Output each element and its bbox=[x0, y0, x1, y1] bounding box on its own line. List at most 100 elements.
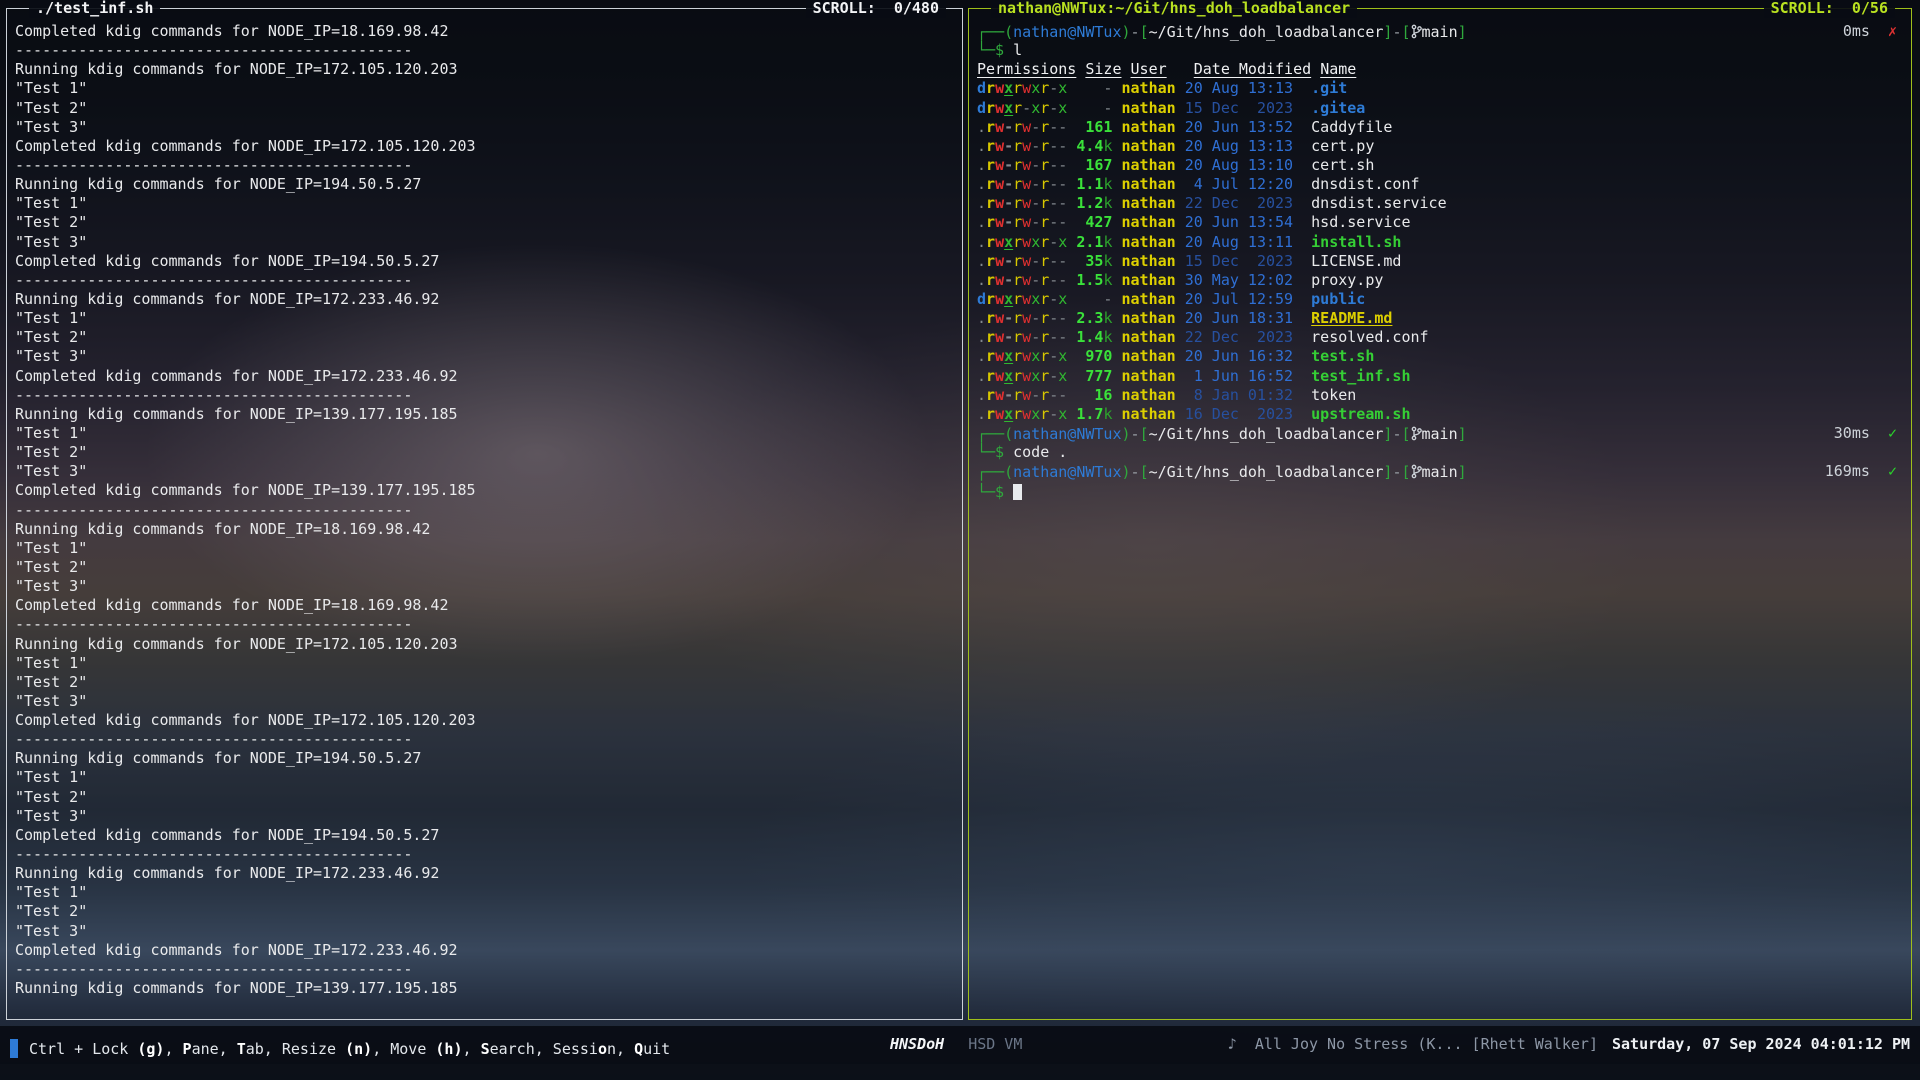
terminal-line: Running kdig commands for NODE_IP=194.50… bbox=[15, 175, 954, 194]
file-name: hsd.service bbox=[1311, 213, 1410, 231]
terminal-line: "Test 3" bbox=[15, 347, 954, 366]
file-name: dnsdist.service bbox=[1311, 194, 1446, 212]
text-cursor bbox=[1013, 484, 1022, 500]
file-row: .rwxrwxr-x 777 nathan 1 Jun 16:52 test_i… bbox=[977, 367, 1903, 386]
status-bar-lower-strip bbox=[0, 1064, 1920, 1080]
terminal-line: "Test 2" bbox=[15, 328, 954, 347]
terminal-line: "Test 2" bbox=[15, 902, 954, 921]
file-row: .rw-rw-r-- 2.3k nathan 20 Jun 18:31 READ… bbox=[977, 309, 1903, 328]
terminal-line: "Test 1" bbox=[15, 194, 954, 213]
terminal-line: ----------------------------------------… bbox=[15, 41, 954, 60]
file-name: resolved.conf bbox=[1311, 328, 1428, 346]
terminal-line: Running kdig commands for NODE_IP=139.17… bbox=[15, 405, 954, 424]
now-playing: All Joy No Stress (K... [Rhett Walker] bbox=[1255, 1035, 1598, 1053]
terminal-line: "Test 3" bbox=[15, 577, 954, 596]
terminal-line: Completed kdig commands for NODE_IP=172.… bbox=[15, 941, 954, 960]
terminal-line: "Test 1" bbox=[15, 768, 954, 787]
prompt-input-line: └─$ l bbox=[977, 41, 1903, 60]
terminal-line: ----------------------------------------… bbox=[15, 271, 954, 290]
terminal-line: "Test 1" bbox=[15, 883, 954, 902]
session-tabs: HNSDoH HSD VM bbox=[890, 1035, 1046, 1054]
left-pane-content: Completed kdig commands for NODE_IP=18.1… bbox=[7, 9, 962, 1019]
listing-header: Permissions Size User Date Modified Name bbox=[977, 60, 1903, 79]
status-bar: Ctrl + Lock (g), Pane, Tab, Resize (n), … bbox=[0, 1026, 1920, 1064]
terminal-line: "Test 2" bbox=[15, 673, 954, 692]
file-row: .rw-rw-r-- 1.5k nathan 30 May 12:02 prox… bbox=[977, 271, 1903, 290]
file-row: .rw-rw-r-- 1.1k nathan 4 Jul 12:20 dnsdi… bbox=[977, 175, 1903, 194]
file-row: .rwxrwxr-x 2.1k nathan 20 Aug 13:11 inst… bbox=[977, 233, 1903, 252]
right-status: ♪ All Joy No Stress (K... [Rhett Walker]… bbox=[1228, 1035, 1910, 1054]
file-name: .git bbox=[1311, 79, 1347, 97]
terminal-line: ----------------------------------------… bbox=[15, 960, 954, 979]
terminal-line: Running kdig commands for NODE_IP=172.10… bbox=[15, 635, 954, 654]
file-row: drwxrwxr-x - nathan 20 Jul 12:59 public bbox=[977, 290, 1903, 309]
file-row: .rw-rw-r-- 1.4k nathan 22 Dec 2023 resol… bbox=[977, 328, 1903, 347]
terminal-line: "Test 2" bbox=[15, 99, 954, 118]
file-row: .rw-rw-r-- 35k nathan 15 Dec 2023 LICENS… bbox=[977, 252, 1903, 271]
file-name: cert.sh bbox=[1311, 156, 1374, 174]
file-name: test_inf.sh bbox=[1311, 367, 1410, 385]
file-row: .rw-rw-r-- 1.2k nathan 22 Dec 2023 dnsdi… bbox=[977, 194, 1903, 213]
terminal-line: "Test 3" bbox=[15, 118, 954, 137]
mode-indicator-block bbox=[10, 1039, 18, 1058]
file-name: upstream.sh bbox=[1311, 405, 1410, 423]
file-name: .gitea bbox=[1311, 99, 1365, 117]
command-duration: 0ms ✗ bbox=[1843, 22, 1897, 41]
terminal-line: Running kdig commands for NODE_IP=172.10… bbox=[15, 60, 954, 79]
file-row: .rw-rw-r-- 4.4k nathan 20 Aug 13:13 cert… bbox=[977, 137, 1903, 156]
file-row: .rw-rw-r-- 427 nathan 20 Jun 13:54 hsd.s… bbox=[977, 213, 1903, 232]
file-name: cert.py bbox=[1311, 137, 1374, 155]
terminal-line: ----------------------------------------… bbox=[15, 386, 954, 405]
terminal-line: "Test 1" bbox=[15, 309, 954, 328]
file-row: .rw-rw-r-- 161 nathan 20 Jun 13:52 Caddy… bbox=[977, 118, 1903, 137]
terminal-line: ----------------------------------------… bbox=[15, 730, 954, 749]
terminal-line: Completed kdig commands for NODE_IP=139.… bbox=[15, 481, 954, 500]
keybinding-hints: Ctrl + Lock (g), Pane, Tab, Resize (n), … bbox=[10, 1035, 670, 1059]
tab-hsd-vm[interactable]: HSD VM bbox=[968, 1035, 1022, 1053]
terminal-line: Completed kdig commands for NODE_IP=18.1… bbox=[15, 22, 954, 41]
terminal-line: "Test 2" bbox=[15, 788, 954, 807]
terminal-line: "Test 1" bbox=[15, 79, 954, 98]
command-duration: 169ms ✓ bbox=[1825, 462, 1897, 481]
prompt-line: ┌──(nathan@NWTux)-[~/Git/hns_doh_loadbal… bbox=[977, 22, 1903, 41]
file-row: .rw-rw-r-- 167 nathan 20 Aug 13:10 cert.… bbox=[977, 156, 1903, 175]
terminal-line: "Test 2" bbox=[15, 213, 954, 232]
file-name: Caddyfile bbox=[1311, 118, 1392, 136]
file-name: token bbox=[1311, 386, 1356, 404]
music-note-icon: ♪ bbox=[1228, 1035, 1237, 1053]
pane-shell[interactable]: nathan@NWTux:~/Git/hns_doh_loadbalancer … bbox=[968, 8, 1912, 1020]
terminal-line: Completed kdig commands for NODE_IP=194.… bbox=[15, 252, 954, 271]
terminal-line: Running kdig commands for NODE_IP=18.169… bbox=[15, 520, 954, 539]
terminal-line: Completed kdig commands for NODE_IP=172.… bbox=[15, 137, 954, 156]
prompt-line: ┌──(nathan@NWTux)-[~/Git/hns_doh_loadbal… bbox=[977, 462, 1903, 481]
terminal-line: Completed kdig commands for NODE_IP=172.… bbox=[15, 711, 954, 730]
prompt-line: ┌──(nathan@NWTux)-[~/Git/hns_doh_loadbal… bbox=[977, 424, 1903, 443]
file-name: README.md bbox=[1311, 309, 1392, 327]
right-pane-content: ┌──(nathan@NWTux)-[~/Git/hns_doh_loadbal… bbox=[969, 9, 1911, 1019]
file-name: install.sh bbox=[1311, 233, 1401, 251]
terminal-line: "Test 3" bbox=[15, 692, 954, 711]
terminal-line: "Test 3" bbox=[15, 922, 954, 941]
terminal-line: "Test 2" bbox=[15, 558, 954, 577]
file-row: .rwxrwxr-x 1.7k nathan 16 Dec 2023 upstr… bbox=[977, 405, 1903, 424]
terminal-line: "Test 2" bbox=[15, 443, 954, 462]
git-branch-icon bbox=[1411, 464, 1422, 479]
terminal-line: "Test 3" bbox=[15, 233, 954, 252]
terminal-line: Completed kdig commands for NODE_IP=18.1… bbox=[15, 596, 954, 615]
terminal-line: "Test 1" bbox=[15, 539, 954, 558]
terminal-line: ----------------------------------------… bbox=[15, 845, 954, 864]
terminal-line: Running kdig commands for NODE_IP=172.23… bbox=[15, 864, 954, 883]
terminal-line: "Test 3" bbox=[15, 807, 954, 826]
tab-hnsdoh[interactable]: HNSDoH bbox=[890, 1035, 944, 1053]
terminal-line: "Test 3" bbox=[15, 462, 954, 481]
file-name: dnsdist.conf bbox=[1311, 175, 1419, 193]
pane-test-inf-script[interactable]: ./test_inf.sh SCROLL: 0/480 Completed kd… bbox=[6, 8, 963, 1020]
terminal-line: Completed kdig commands for NODE_IP=194.… bbox=[15, 826, 954, 845]
file-name: test.sh bbox=[1311, 347, 1374, 365]
terminal-line: ----------------------------------------… bbox=[15, 501, 954, 520]
terminal-line: "Test 1" bbox=[15, 424, 954, 443]
terminal-line: Running kdig commands for NODE_IP=194.50… bbox=[15, 749, 954, 768]
git-branch-icon bbox=[1411, 426, 1422, 441]
clock: Saturday, 07 Sep 2024 04:01:12 PM bbox=[1612, 1035, 1910, 1053]
file-row: .rw-rw-r-- 16 nathan 8 Jan 01:32 token bbox=[977, 386, 1903, 405]
